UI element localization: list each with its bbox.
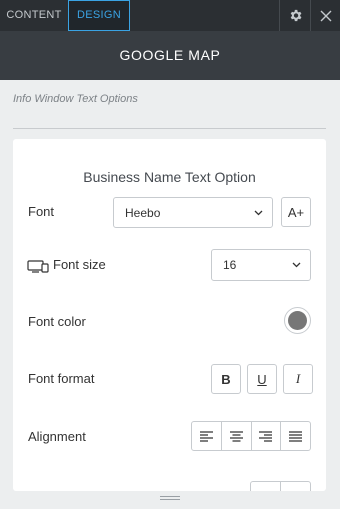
align-right-icon: [259, 430, 273, 442]
align-justify-button[interactable]: [281, 422, 310, 450]
underline-icon: U: [257, 371, 267, 387]
cutoff-option-2[interactable]: [281, 482, 310, 491]
font-label: Font: [28, 204, 55, 219]
tab-content[interactable]: CONTENT: [0, 0, 68, 31]
chevron-down-icon: [292, 262, 301, 268]
desktop-mobile-icon: [27, 260, 49, 273]
settings-button[interactable]: [279, 0, 310, 31]
cutoff-button-group[interactable]: [250, 481, 311, 491]
cutoff-row-label: [28, 486, 68, 491]
font-size-label: Font size: [53, 257, 106, 272]
font-select-value: Heebo: [125, 205, 161, 220]
cutoff-option-1[interactable]: [251, 482, 281, 491]
chevron-down-icon: [254, 210, 263, 215]
add-font-icon: A+: [287, 204, 305, 220]
font-select[interactable]: Heebo: [113, 197, 273, 228]
bold-button[interactable]: B: [211, 364, 241, 394]
underline-button[interactable]: U: [247, 364, 277, 394]
card-title: Business Name Text Option: [83, 169, 256, 185]
align-right-button[interactable]: [252, 422, 282, 450]
font-color-picker[interactable]: [284, 307, 311, 334]
alignment-group: [191, 421, 311, 451]
align-justify-icon: [289, 430, 303, 442]
align-center-button[interactable]: [222, 422, 252, 450]
section-label: Info Window Text Options: [13, 93, 138, 105]
alignment-label: Alignment: [28, 429, 86, 444]
align-left-button[interactable]: [192, 422, 222, 450]
top-tab-bar: CONTENT DESIGN: [0, 0, 340, 31]
italic-button[interactable]: I: [283, 364, 313, 394]
panel-title: GOOGLE MAP: [0, 31, 340, 80]
align-left-icon: [199, 430, 213, 442]
font-format-label: Font format: [28, 371, 95, 386]
font-size-select[interactable]: 16: [211, 249, 311, 281]
font-color-dot: [288, 311, 307, 330]
gear-icon: [290, 9, 301, 22]
font-size-value: 16: [223, 258, 237, 272]
align-center-icon: [229, 430, 243, 442]
close-button[interactable]: [310, 0, 340, 31]
font-color-label: Font color: [28, 314, 86, 329]
add-font-button[interactable]: A+: [281, 197, 311, 227]
bold-icon: B: [221, 371, 231, 387]
tab-design[interactable]: DESIGN: [68, 0, 130, 31]
close-icon: [320, 10, 331, 21]
text-options-card: Business Name Text Option Font Heebo A+ …: [13, 139, 326, 491]
section-divider: [13, 128, 326, 129]
resize-handle[interactable]: [160, 496, 180, 502]
italic-icon: I: [295, 371, 301, 386]
